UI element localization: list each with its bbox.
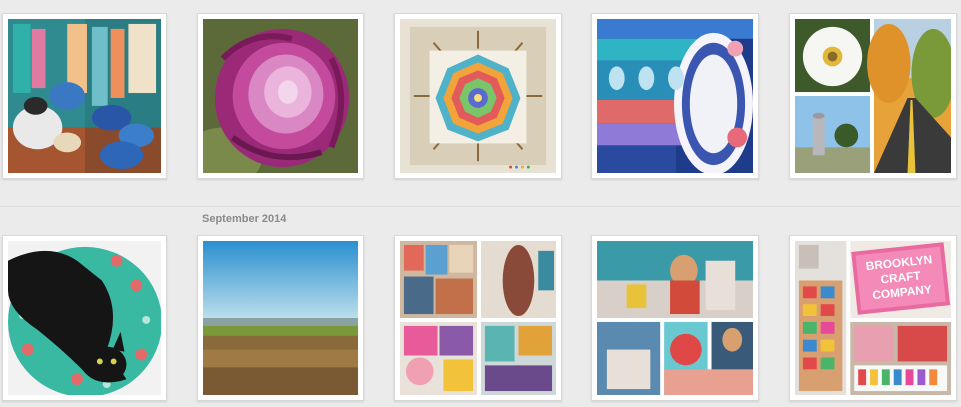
photo-image bbox=[8, 241, 161, 395]
photo-tile-field-landscape[interactable] bbox=[197, 235, 364, 401]
photo-image bbox=[795, 19, 951, 173]
photo-image bbox=[597, 19, 753, 173]
photo-tile-collage-flower-road[interactable] bbox=[789, 13, 957, 179]
photo-tile-textile-shop[interactable] bbox=[2, 13, 167, 179]
photo-image bbox=[203, 241, 358, 395]
photo-tile-blue-china-fabrics[interactable] bbox=[591, 13, 759, 179]
photo-tile-purple-cabbage[interactable] bbox=[197, 13, 364, 179]
photo-image bbox=[400, 19, 556, 173]
photo-image bbox=[8, 19, 161, 173]
photo-image: BROOKLYN CRAFT COMPANY bbox=[795, 241, 951, 395]
photo-image bbox=[597, 241, 753, 395]
photo-tile-brooklyn-craft-company[interactable]: BROOKLYN CRAFT COMPANY bbox=[789, 235, 957, 401]
photo-image bbox=[203, 19, 358, 173]
divider bbox=[0, 206, 961, 207]
photo-image bbox=[400, 241, 556, 395]
photo-tile-black-cat[interactable] bbox=[2, 235, 167, 401]
month-label: September 2014 bbox=[202, 213, 287, 225]
photo-tile-craft-workshop[interactable] bbox=[591, 235, 759, 401]
photo-tile-mandala-print[interactable] bbox=[394, 13, 562, 179]
photo-tile-magazine-collage[interactable] bbox=[394, 235, 562, 401]
